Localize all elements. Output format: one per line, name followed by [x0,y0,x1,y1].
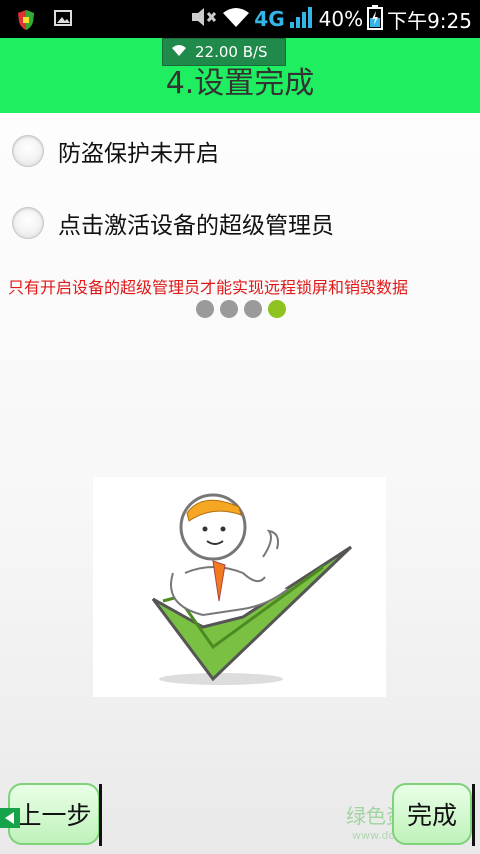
page-dot [244,300,262,318]
radio-button[interactable] [12,207,44,239]
wifi-icon [222,6,250,32]
page-dot-active [268,300,286,318]
left-arrow-icon [0,808,20,828]
previous-step-label: 上一步 [16,801,92,830]
option-label: 防盗保护未开启 [58,141,219,167]
page-dot [196,300,214,318]
image-icon [54,9,72,35]
battery-percent: 40% [318,7,364,31]
page-indicator [196,300,286,318]
shield-icon [16,9,36,35]
battery-icon [367,4,384,34]
divider [99,784,102,846]
network-speed-text: 22.00 B/S [195,43,268,61]
radio-button[interactable] [12,135,44,167]
mute-icon [190,6,218,32]
option-label: 点击激活设备的超级管理员 [58,213,334,239]
option-theft-protection[interactable]: 防盗保护未开启 [12,134,219,168]
success-illustration [93,477,386,697]
finish-button[interactable]: 完成 [392,783,472,845]
warning-text: 只有开启设备的超级管理员才能实现远程锁屏和销毁数据 [8,278,409,297]
divider [472,784,475,846]
previous-step-button[interactable]: 上一步 [8,783,100,845]
wifi-small-icon [171,43,187,61]
finish-label: 完成 [406,801,457,830]
clock: 下午9:25 [387,8,472,33]
signal-icon [289,5,315,33]
page-dot [220,300,238,318]
network-speed-overlay: 22.00 B/S [162,38,286,66]
option-activate-device-admin[interactable]: 点击激活设备的超级管理员 [12,206,334,240]
network-type: 4G [254,7,285,31]
status-bar: 4G 40% 下午9:25 [0,0,480,38]
